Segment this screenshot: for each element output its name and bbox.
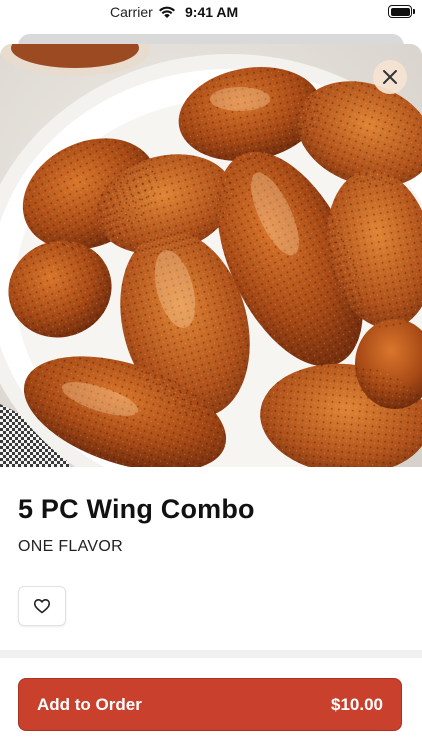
chicken-wings-illustration xyxy=(0,44,422,467)
item-title: 5 PC Wing Combo xyxy=(18,494,255,524)
clock: 9:41 AM xyxy=(185,4,239,20)
heart-outline-icon xyxy=(33,599,51,614)
close-icon xyxy=(383,70,397,84)
add-to-order-label: Add to Order xyxy=(37,694,142,714)
item-subtitle: ONE FLAVOR xyxy=(18,538,123,555)
add-to-order-button[interactable]: Add to Order $10.00 xyxy=(18,678,402,731)
section-divider xyxy=(0,650,422,658)
status-bar: Carrier 9:41 AM xyxy=(0,0,422,26)
item-image xyxy=(0,44,422,467)
close-button[interactable] xyxy=(373,60,407,94)
item-detail-sheet: 5 PC Wing Combo ONE FLAVOR Add to Order … xyxy=(0,44,422,750)
price-label: $10.00 xyxy=(331,694,383,714)
favorite-button[interactable] xyxy=(18,586,66,626)
wifi-icon xyxy=(159,6,175,18)
carrier-label: Carrier xyxy=(110,4,153,20)
battery-icon xyxy=(388,5,415,18)
